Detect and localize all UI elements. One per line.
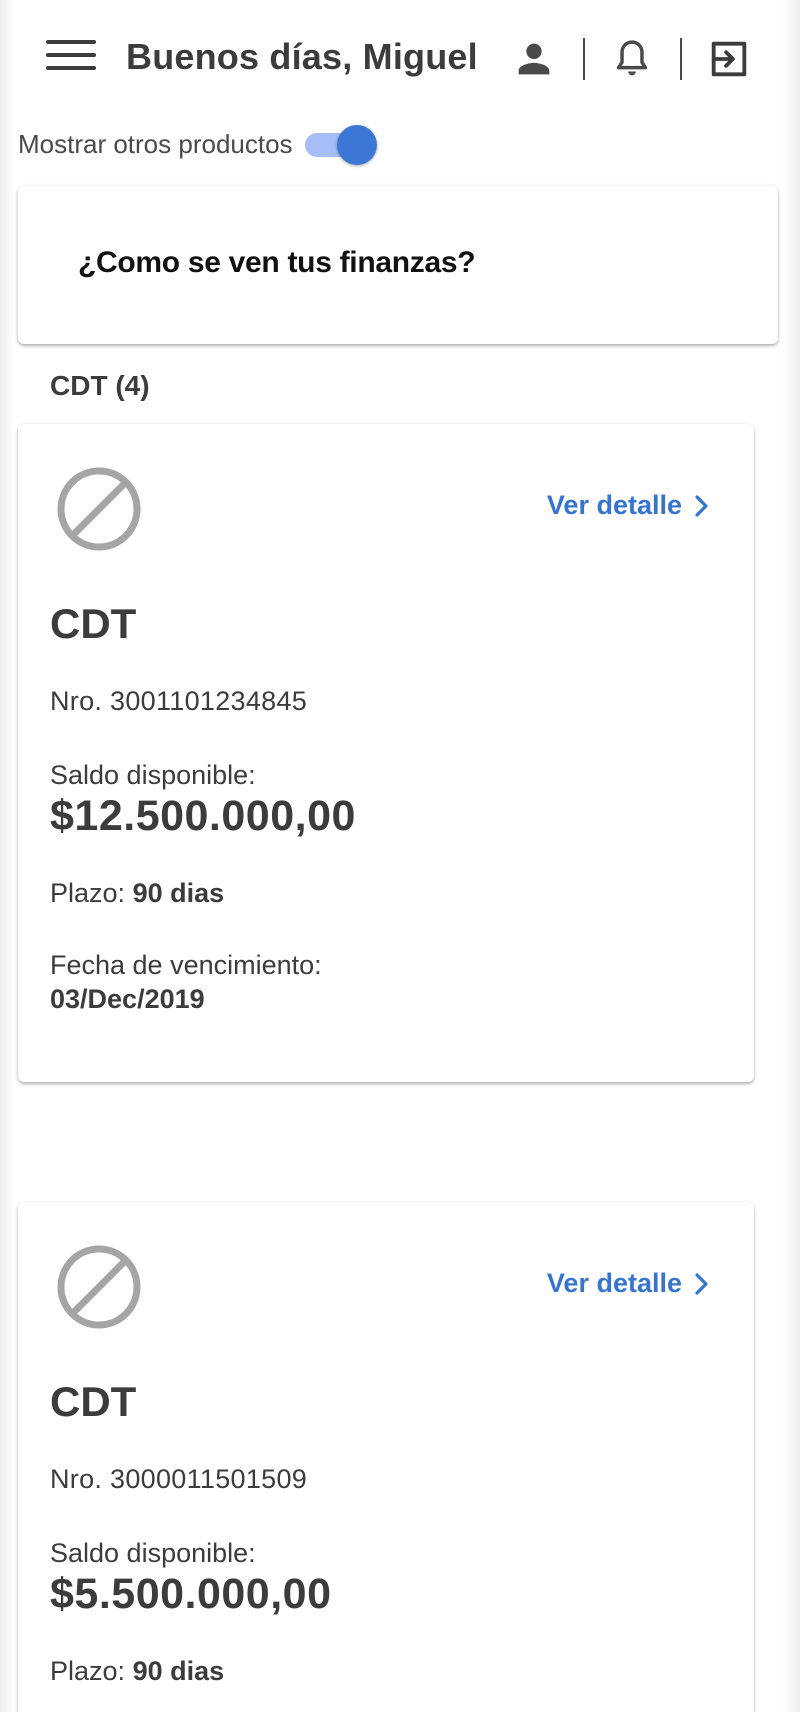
finances-card[interactable]: ¿Como se ven tus finanzas? xyxy=(18,186,778,344)
view-detail-link[interactable]: Ver detalle xyxy=(547,490,710,521)
greeting-title: Buenos días, Miguel xyxy=(126,36,478,77)
user-icon[interactable] xyxy=(511,36,557,82)
header-divider xyxy=(680,38,682,80)
due-date-label: Fecha de vencimiento: xyxy=(50,950,322,980)
header-divider xyxy=(583,38,585,80)
product-name: CDT xyxy=(50,1378,137,1425)
bell-icon[interactable] xyxy=(609,36,655,82)
view-detail-link[interactable]: Ver detalle xyxy=(547,1268,710,1299)
block-icon xyxy=(57,467,141,551)
term-value: 90 dias xyxy=(132,1656,225,1686)
term-label: Plazo: xyxy=(50,878,126,908)
product-number: Nro. 3001101234845 xyxy=(50,686,308,716)
toggle-knob[interactable] xyxy=(336,125,377,165)
balance-value: $12.500.000,00 xyxy=(50,792,356,840)
view-detail-label: Ver detalle xyxy=(546,490,682,520)
term-value: 90 dias xyxy=(132,878,225,908)
menu-icon[interactable] xyxy=(46,40,96,74)
balance-value: $5.500.000,00 xyxy=(50,1570,332,1618)
app-header: Buenos días, Miguel xyxy=(0,0,800,118)
show-other-products-toggle[interactable] xyxy=(303,124,377,165)
show-other-products-row: Mostrar otros productos xyxy=(18,122,377,166)
term-row: Plazo: 90 dias xyxy=(50,878,224,909)
finances-title: ¿Como se ven tus finanzas? xyxy=(78,246,476,279)
chevron-right-icon xyxy=(695,494,708,517)
product-card: Ver detalle CDT Nro. 3001101234845 Saldo… xyxy=(18,424,754,1082)
product-card: Ver detalle CDT Nro. 3000011501509 Saldo… xyxy=(18,1202,754,1712)
balance-label: Saldo disponible: xyxy=(50,760,256,790)
toggle-label: Mostrar otros productos xyxy=(18,128,293,159)
section-title-cdt: CDT (4) xyxy=(50,370,150,401)
block-icon xyxy=(57,1245,141,1329)
term-label: Plazo: xyxy=(50,1656,126,1686)
logout-icon[interactable] xyxy=(706,36,752,82)
chevron-right-icon xyxy=(695,1272,708,1295)
product-name: CDT xyxy=(50,600,137,647)
term-row: Plazo: 90 dias xyxy=(50,1656,224,1687)
product-number: Nro. 3000011501509 xyxy=(50,1464,308,1494)
view-detail-label: Ver detalle xyxy=(546,1268,682,1298)
page: Buenos días, Miguel Mostrar otros produc… xyxy=(0,0,800,1712)
due-date-value: 03/Dec/2019 xyxy=(50,984,205,1014)
balance-label: Saldo disponible: xyxy=(50,1538,256,1568)
